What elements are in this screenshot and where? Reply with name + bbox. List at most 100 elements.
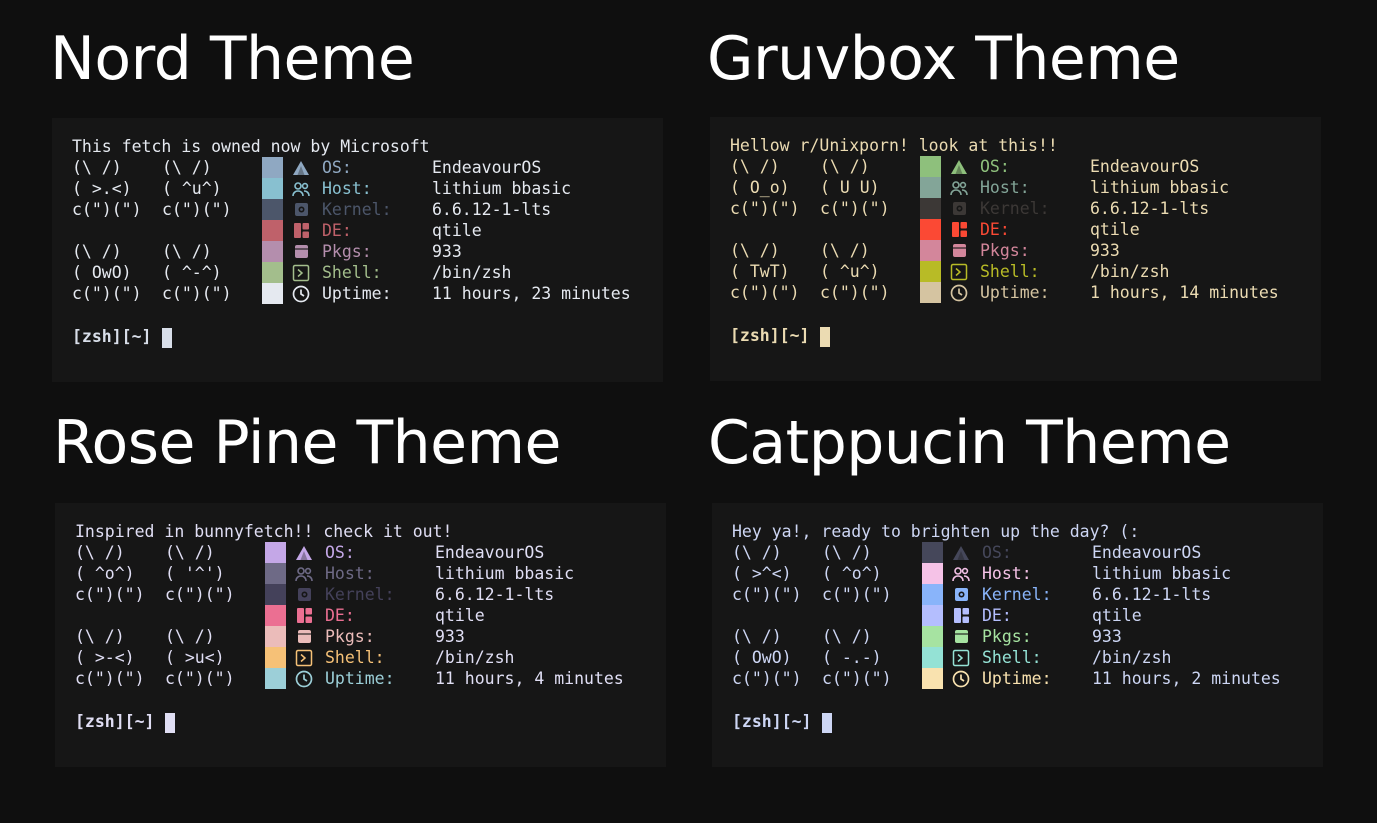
info-label: DE: <box>980 220 1010 239</box>
fetch-row: c(")(") c(")(") Uptime: 1 hours, 14 minutes <box>730 282 1279 303</box>
info-value: /bin/zsh <box>1092 648 1172 667</box>
terminal-cursor <box>822 713 832 733</box>
info-value: qtile <box>1092 606 1142 625</box>
ascii-bunny-art: c(")(") <box>732 585 802 604</box>
fetch-row: ( >.<) ( ^u^) Host: lithium bbasic <box>72 178 571 199</box>
color-swatch <box>920 177 941 198</box>
arch-icon <box>952 544 970 561</box>
chip-icon <box>292 201 310 218</box>
fetch-rows: (\ /) (\ /) OS: EndeavourOS ( O_o) ( U U) Host… <box>730 156 1279 303</box>
info-label: Shell: <box>980 262 1040 281</box>
color-swatch <box>920 261 941 282</box>
catppuccin-terminal-window[interactable]: Hey ya!, ready to brighten up the day? (… <box>712 503 1323 767</box>
fetch-output: Hellow r/Unixporn! look at this!! (\ /)(… <box>730 135 1279 303</box>
color-swatch <box>920 240 941 261</box>
terminal-icon <box>292 264 310 281</box>
nord-terminal-window[interactable]: This fetch is owned now by Microsoft (\ … <box>52 118 663 382</box>
fetch-row: c(")(") c(")(") Kernel: 6.6.12-1-lts <box>732 584 1211 605</box>
fetch-row: ( ^o^) ( '^') Host: lithium bbasic <box>75 563 574 584</box>
info-value: 933 <box>435 627 465 646</box>
info-label: Uptime: <box>982 669 1052 688</box>
fetch-row: (\ /) (\ /) Pkgs: 933 <box>75 626 465 647</box>
fetch-row: (\ /) (\ /) Pkgs: 933 <box>72 241 462 262</box>
ascii-bunny-art: c(")(") <box>72 200 142 219</box>
info-label: Uptime: <box>325 669 395 688</box>
color-swatch <box>922 605 943 626</box>
layout-icon <box>292 222 310 239</box>
package-icon <box>950 242 968 259</box>
fetch-row: DE: qtile <box>730 219 1140 240</box>
info-label: Host: <box>980 178 1030 197</box>
info-label: Host: <box>982 564 1032 583</box>
ascii-bunny-art: ( O_o) <box>730 178 790 197</box>
color-swatch <box>265 647 286 668</box>
terminal-cursor <box>162 328 172 348</box>
info-label: Host: <box>325 564 375 583</box>
info-label: Uptime: <box>980 283 1050 302</box>
rosepine-terminal-window[interactable]: Inspired in bunnyfetch!! check it out! (… <box>55 503 666 767</box>
arch-icon <box>292 159 310 176</box>
info-value: EndeavourOS <box>1092 543 1202 562</box>
info-label: OS: <box>980 157 1010 176</box>
fetch-row: DE: qtile <box>75 605 485 626</box>
info-value: 11 hours, 2 minutes <box>1092 669 1281 688</box>
arch-icon <box>295 544 313 561</box>
color-swatch <box>262 157 283 178</box>
info-value: 11 hours, 23 minutes <box>432 284 631 303</box>
terminal-icon <box>952 649 970 666</box>
info-label: Shell: <box>982 648 1042 667</box>
fetch-rows: (\ /) (\ /) OS: EndeavourOS ( >^<) ( ^o^) Host… <box>732 542 1281 689</box>
layout-icon <box>950 221 968 238</box>
color-swatch <box>262 283 283 304</box>
ascii-bunny-art: (\ /) <box>730 241 780 260</box>
ascii-bunny-art: ( OwO) <box>732 648 792 667</box>
fetch-row: (\ /) (\ /) Pkgs: 933 <box>730 240 1120 261</box>
nord-theme-title: Nord Theme <box>50 24 415 94</box>
ascii-bunny-art: (\ /) <box>822 627 872 646</box>
ascii-bunny-art: ( OwO) <box>72 263 132 282</box>
color-swatch <box>265 605 286 626</box>
info-label: Pkgs: <box>325 627 375 646</box>
info-value: 6.6.12-1-lts <box>1090 199 1210 218</box>
ascii-bunny-art: (\ /) <box>165 543 215 562</box>
ascii-bunny-art: ( ^o^) <box>75 564 135 583</box>
ascii-bunny-art: ( -.-) <box>822 648 882 667</box>
info-label: Shell: <box>325 648 385 667</box>
color-swatch <box>262 199 283 220</box>
gruvbox-terminal-window[interactable]: Hellow r/Unixporn! look at this!! (\ /)(… <box>710 117 1321 381</box>
info-label: Host: <box>322 179 372 198</box>
ascii-bunny-art: (\ /) <box>75 627 125 646</box>
package-icon <box>295 628 313 645</box>
color-swatch <box>922 668 943 689</box>
info-label: OS: <box>982 543 1012 562</box>
color-swatch <box>262 220 283 241</box>
fetch-header: Inspired in bunnyfetch!! check it out! <box>75 522 453 541</box>
chip-icon <box>952 586 970 603</box>
users-icon <box>950 179 968 196</box>
arch-icon <box>950 158 968 175</box>
color-swatch <box>920 156 941 177</box>
info-value: /bin/zsh <box>435 648 515 667</box>
info-label: Kernel: <box>980 199 1050 218</box>
ascii-bunny-art: c(")(") <box>75 585 145 604</box>
color-swatch <box>922 626 943 647</box>
info-value: 933 <box>1090 241 1120 260</box>
ascii-bunny-art: (\ /) <box>820 157 870 176</box>
ascii-bunny-art: (\ /) <box>72 158 122 177</box>
ascii-bunny-art: ( ^u^) <box>820 262 880 281</box>
info-value: qtile <box>435 606 485 625</box>
info-value: lithium bbasic <box>435 564 575 583</box>
ascii-bunny-art: ( ^u^) <box>162 179 222 198</box>
package-icon <box>292 243 310 260</box>
clock-icon <box>295 670 313 687</box>
info-value: qtile <box>1090 220 1140 239</box>
fetch-row: ( OwO) ( ^-^) Shell: /bin/zsh <box>72 262 511 283</box>
color-swatch <box>265 626 286 647</box>
color-swatch <box>922 563 943 584</box>
rosepine-theme-title: Rose Pine Theme <box>53 408 561 478</box>
ascii-bunny-art: (\ /) <box>730 157 780 176</box>
info-value: /bin/zsh <box>432 263 512 282</box>
info-value: 6.6.12-1-lts <box>1092 585 1212 604</box>
ascii-bunny-art: (\ /) <box>732 627 782 646</box>
info-label: Shell: <box>322 263 382 282</box>
